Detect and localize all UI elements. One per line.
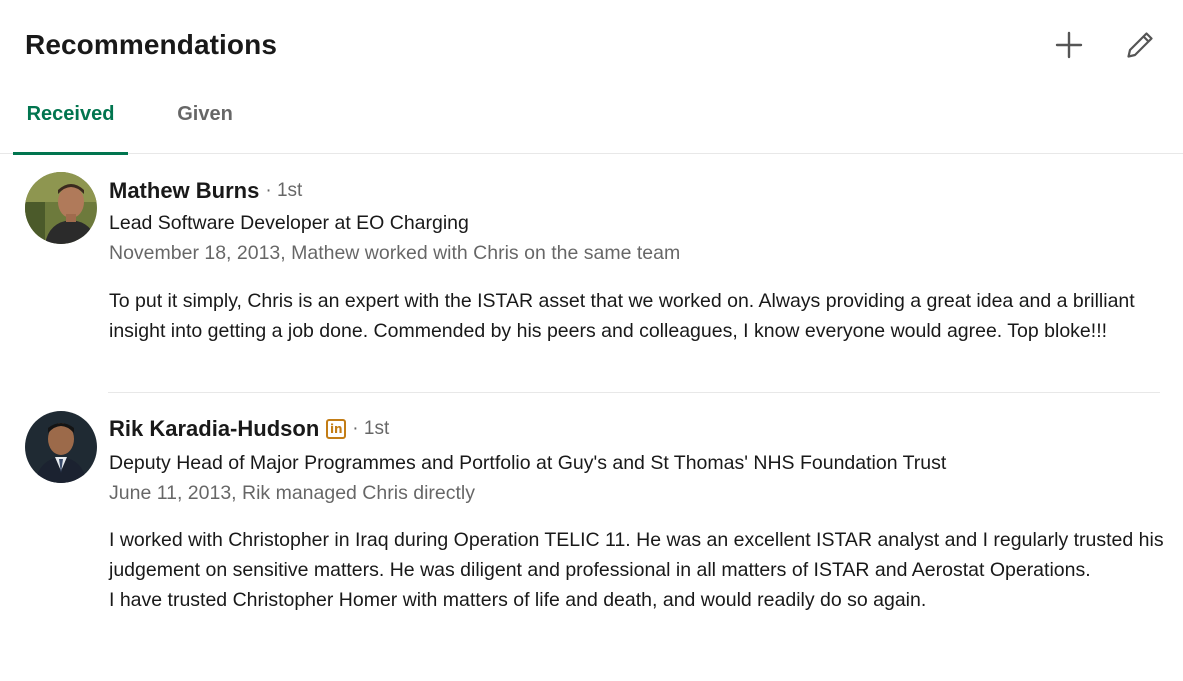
edit-recommendations-button[interactable] (1120, 25, 1160, 65)
recommender-headline: Deputy Head of Major Programmes and Port… (109, 452, 947, 474)
tab-received-label: Received (26, 103, 115, 125)
recommendation-text: To put it simply, Chris is an expert wit… (109, 286, 1164, 346)
tab-given-label: Given (177, 103, 233, 125)
tab-received[interactable]: Received (13, 94, 128, 155)
recommendation-meta: June 11, 2013, Rik managed Chris directl… (109, 482, 475, 504)
connection-degree: · 1st (352, 418, 390, 439)
section-title: Recommendations (25, 29, 277, 60)
linkedin-premium-icon: in (326, 419, 347, 439)
divider (108, 392, 1160, 393)
name-line: Rik Karadia-Hudson in · 1st (109, 416, 389, 442)
recommendation-tabs: Received Given (0, 94, 1183, 155)
recommendations-card: Recommendations Received Given Mathew Bu… (0, 0, 1183, 681)
recommendation-paragraph: I worked with Christopher in Iraq during… (109, 529, 1164, 581)
recommender-name[interactable]: Rik Karadia-Hudson (109, 416, 319, 442)
connection-degree: · 1st (265, 180, 303, 201)
recommendation-paragraph: I have trusted Christopher Homer with ma… (109, 589, 927, 611)
recommender-name[interactable]: Mathew Burns (109, 178, 259, 204)
avatar-rik-karadia-hudson[interactable] (25, 411, 97, 483)
recommender-headline: Lead Software Developer at EO Charging (109, 212, 469, 234)
name-line: Mathew Burns · 1st (109, 178, 302, 204)
tab-given[interactable]: Given (163, 94, 247, 154)
recommendation-paragraph: To put it simply, Chris is an expert wit… (109, 290, 1135, 342)
add-recommendation-button[interactable] (1049, 25, 1089, 65)
avatar-mathew-burns[interactable] (25, 172, 97, 244)
section-header: Recommendations (0, 0, 1183, 94)
recommendation-text: I worked with Christopher in Iraq during… (109, 525, 1164, 615)
plus-icon (1055, 31, 1083, 59)
active-tab-indicator (13, 152, 128, 155)
recommendation-meta: November 18, 2013, Mathew worked with Ch… (109, 242, 681, 264)
pencil-icon (1127, 32, 1153, 58)
